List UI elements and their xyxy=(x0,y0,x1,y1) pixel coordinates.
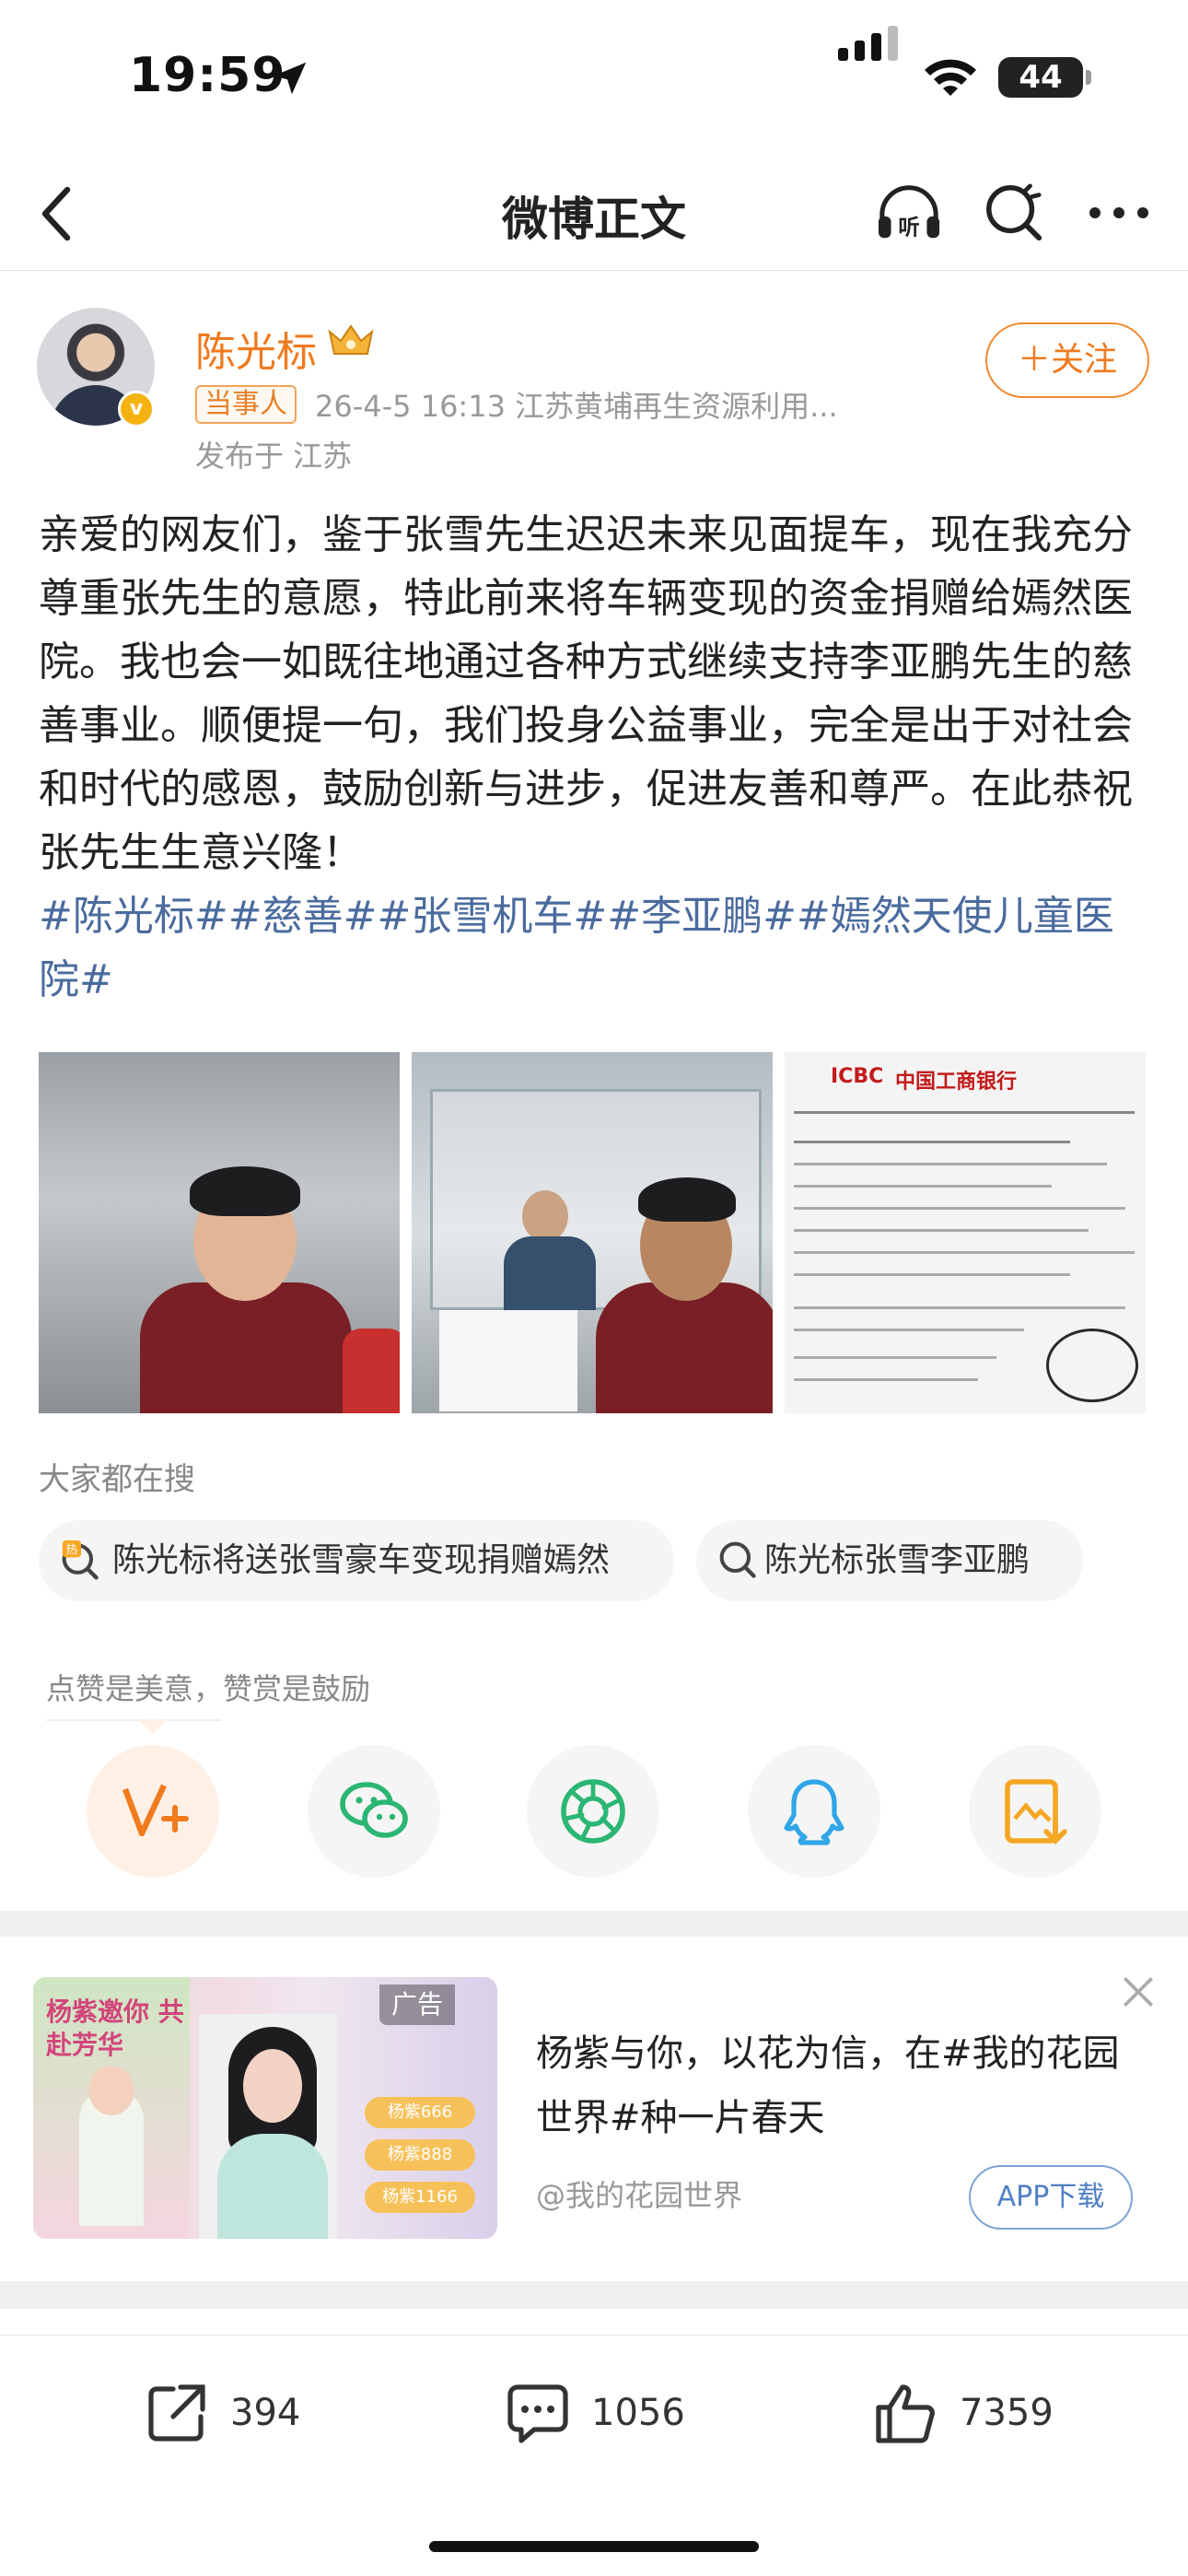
hot-search-chip-1[interactable]: 热 陈光标将送张雪豪车变现捐赠嫣然 xyxy=(39,1520,674,1601)
battery-nub xyxy=(1086,70,1091,85)
repost-count: 394 xyxy=(230,2392,301,2434)
hot-search-icon: 热 xyxy=(62,1540,99,1580)
ad-image-title: 杨紫邀你 共赴芳华 xyxy=(46,1996,184,2060)
hot-search-chip-2[interactable]: 陈光标张雪李亚鹏 xyxy=(696,1520,1083,1601)
ad-badge: 广告 xyxy=(379,1985,455,2025)
post-photo-3-bank-receipt[interactable]: ICBC 中国工商银行 xyxy=(785,1052,1146,1413)
nav-bar: 微博正文 听 xyxy=(0,157,1188,271)
like-button[interactable]: 7359 xyxy=(873,2376,1094,2450)
receipt-bank-name: 中国工商银行 xyxy=(895,1071,1018,1094)
save-image-button[interactable] xyxy=(969,1745,1101,1878)
wechat-moments-icon xyxy=(561,1779,625,1844)
wechat-icon xyxy=(340,1782,408,1838)
thumbs-up-icon xyxy=(876,2384,935,2443)
app-download-button[interactable]: APP下载 xyxy=(969,2165,1133,2230)
ad-image-button-1: 杨紫666 xyxy=(365,2097,475,2128)
member-crown-icon xyxy=(328,324,374,355)
ad-image-button-2: 杨紫888 xyxy=(365,2139,475,2171)
more-options-icon[interactable] xyxy=(1087,205,1151,221)
svg-text:热: 热 xyxy=(66,1544,78,1558)
post-location: 发布于 江苏 xyxy=(195,439,353,474)
section-divider xyxy=(0,1911,1188,1937)
listen-headphones-icon[interactable]: 听 xyxy=(873,181,945,245)
post-hashtags[interactable]: #陈光标##慈善##张雪机车##李亚鹏##嫣然天使儿童医院# xyxy=(39,884,1153,1012)
hot-search-chip-1-text: 陈光标将送张雪豪车变现捐赠嫣然 xyxy=(112,1541,611,1579)
post-text: 亲爱的网友们，鉴于张雪先生迟迟未来见面提车，现在我充分尊重张先生的意愿，特此前来… xyxy=(39,511,1133,876)
reward-label: 点赞是美意，赞赏是鼓励 xyxy=(46,1671,371,1706)
wifi-icon xyxy=(925,59,976,96)
search-refresh-icon[interactable] xyxy=(982,181,1046,245)
share-moments-button[interactable] xyxy=(527,1745,659,1878)
post-photo-1[interactable] xyxy=(39,1052,400,1413)
receipt-bank-code: ICBC xyxy=(831,1065,884,1088)
svg-text:听: 听 xyxy=(898,214,919,240)
party-involved-badge: 当事人 xyxy=(195,385,297,424)
share-wechat-button[interactable] xyxy=(308,1745,440,1878)
author-name[interactable]: 陈光标 xyxy=(195,319,317,378)
location-arrow-icon xyxy=(274,62,307,95)
comment-button[interactable]: 1056 xyxy=(505,2376,707,2450)
ad-image-button-3: 杨紫1166 xyxy=(365,2182,475,2213)
comment-icon xyxy=(507,2384,568,2443)
section-divider xyxy=(0,2281,1188,2309)
repost-icon xyxy=(148,2384,205,2441)
qq-icon xyxy=(784,1779,844,1845)
status-time: 19:59 xyxy=(129,48,286,103)
bottom-action-bar: 394 1056 7359 xyxy=(0,2335,1188,2491)
home-indicator[interactable] xyxy=(429,2541,759,2552)
share-qq-button[interactable] xyxy=(748,1745,880,1878)
status-bar: 19:59 44 xyxy=(0,0,1188,157)
search-icon xyxy=(719,1541,756,1578)
reward-button[interactable] xyxy=(87,1745,219,1878)
save-image-icon xyxy=(1005,1779,1067,1844)
follow-button[interactable]: ＋关注 xyxy=(985,322,1149,398)
post-meta: 26-4-5 16:13 江苏黄埔再生资源利用... xyxy=(315,389,838,424)
battery-indicator: 44 xyxy=(998,57,1083,98)
reward-pointer xyxy=(138,1719,168,1734)
repost-button[interactable]: 394 xyxy=(144,2376,346,2450)
ad-text[interactable]: 杨紫与你，以花为信，在#我的花园世界#种一片春天 xyxy=(536,2021,1125,2150)
comment-count: 1056 xyxy=(591,2392,685,2434)
like-count: 7359 xyxy=(960,2392,1054,2434)
ad-source[interactable]: @我的花园世界 xyxy=(536,2172,742,2215)
hot-search-label: 大家都在搜 xyxy=(39,1461,195,1498)
close-icon[interactable] xyxy=(1118,1972,1159,2012)
reward-v-plus-icon xyxy=(122,1784,189,1837)
hot-search-chip-2-text: 陈光标张雪李亚鹏 xyxy=(764,1541,1031,1579)
receipt-stamp xyxy=(1046,1329,1138,1402)
verified-badge-icon: v xyxy=(118,391,155,427)
post-photo-2[interactable] xyxy=(412,1052,773,1413)
reward-divider xyxy=(46,1719,221,1721)
